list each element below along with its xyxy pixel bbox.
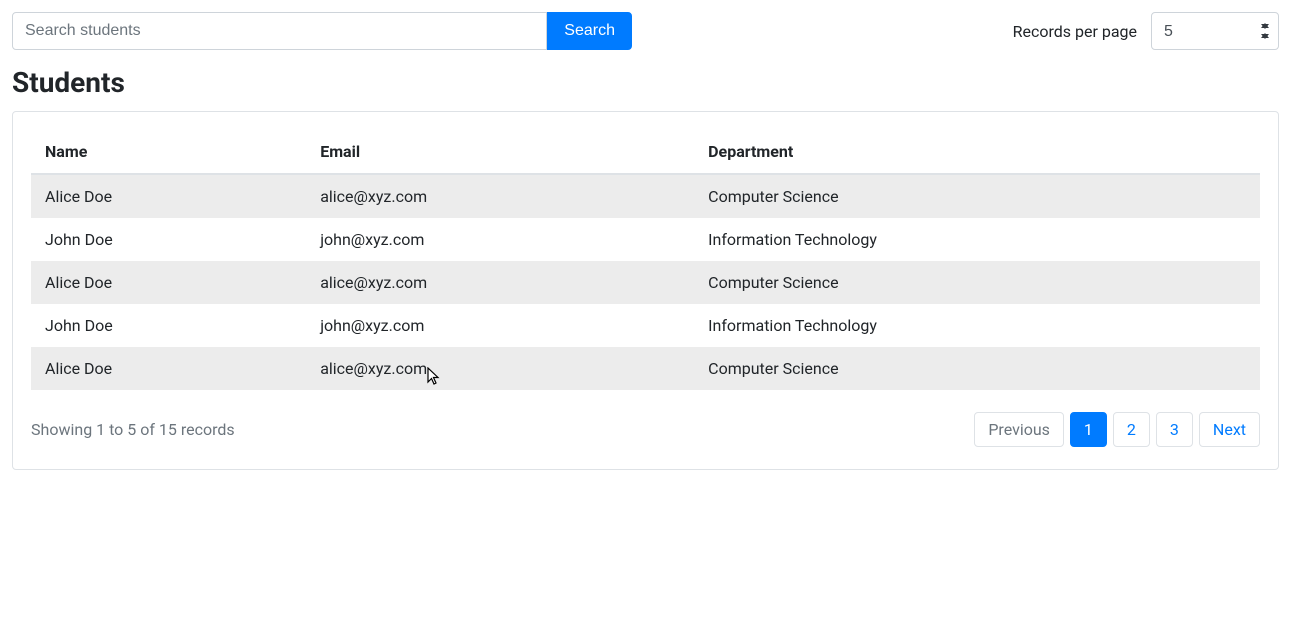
cell-department: Information Technology [694, 304, 1260, 347]
search-button[interactable]: Search [547, 12, 632, 50]
pagination-page-3[interactable]: 3 [1156, 412, 1193, 447]
cell-name: Alice Doe [31, 261, 306, 304]
records-per-page-label: Records per page [1013, 22, 1137, 41]
table-row: Alice Doe alice@xyz.com Computer Science [31, 347, 1260, 390]
cell-department: Computer Science [694, 261, 1260, 304]
pagination-next[interactable]: Next [1199, 412, 1260, 447]
cell-name: Alice Doe [31, 174, 306, 218]
cell-name: John Doe [31, 304, 306, 347]
cell-department: Computer Science [694, 174, 1260, 218]
pagination-page-1[interactable]: 1 [1070, 412, 1107, 447]
table-row: Alice Doe alice@xyz.com Computer Science [31, 174, 1260, 218]
cell-name: Alice Doe [31, 347, 306, 390]
students-card: Name Email Department Alice Doe alice@xy… [12, 111, 1279, 470]
records-per-page-select[interactable]: 5 [1151, 12, 1279, 50]
cell-department: Information Technology [694, 218, 1260, 261]
cell-email: alice@xyz.com [306, 261, 694, 304]
col-header-department: Department [694, 130, 1260, 174]
col-header-name: Name [31, 130, 306, 174]
showing-records-text: Showing 1 to 5 of 15 records [31, 420, 235, 439]
pagination-previous[interactable]: Previous [974, 412, 1064, 447]
students-table: Name Email Department Alice Doe alice@xy… [31, 130, 1260, 390]
cell-email: alice@xyz.com [306, 174, 694, 218]
select-caret-down-icon [1261, 34, 1269, 39]
search-group: Search [12, 12, 632, 50]
pagination: Previous 1 2 3 Next [974, 412, 1260, 447]
cell-department: Computer Science [694, 347, 1260, 390]
page-title: Students [12, 66, 1279, 99]
cell-name: John Doe [31, 218, 306, 261]
col-header-email: Email [306, 130, 694, 174]
table-row: Alice Doe alice@xyz.com Computer Science [31, 261, 1260, 304]
pagination-page-2[interactable]: 2 [1113, 412, 1150, 447]
records-per-page-group: Records per page 5 [1013, 12, 1279, 50]
search-input[interactable] [12, 12, 547, 50]
select-caret-up-icon [1261, 23, 1269, 28]
cell-email: john@xyz.com [306, 218, 694, 261]
cell-email: john@xyz.com [306, 304, 694, 347]
table-row: John Doe john@xyz.com Information Techno… [31, 218, 1260, 261]
table-row: John Doe john@xyz.com Information Techno… [31, 304, 1260, 347]
cell-email: alice@xyz.com [306, 347, 694, 390]
